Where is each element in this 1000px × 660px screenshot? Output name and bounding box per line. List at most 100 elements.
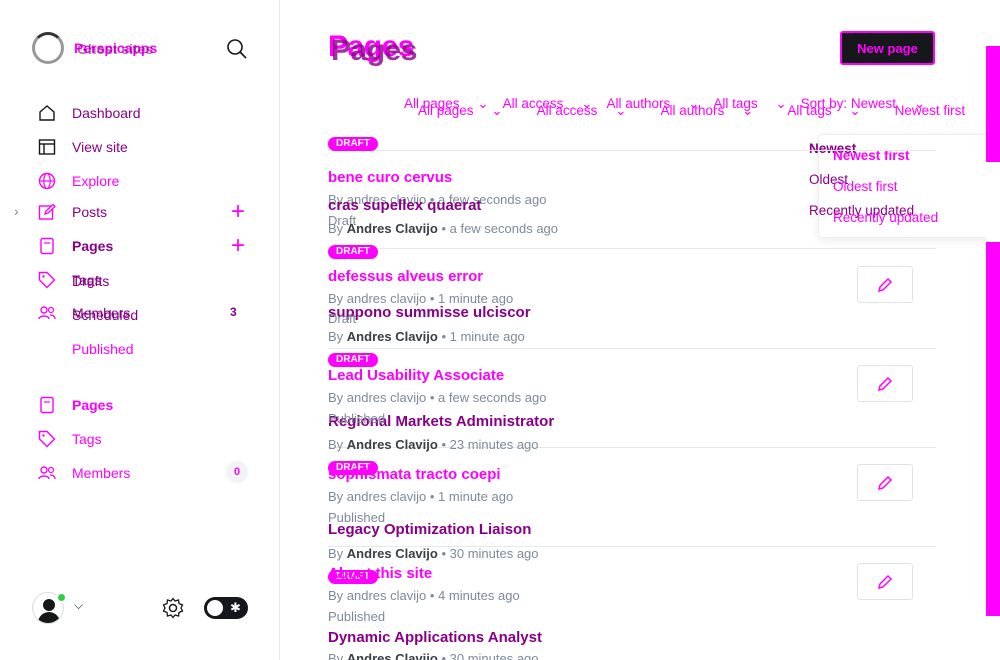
filter-authors-label: All authors [660, 103, 725, 118]
edit-page-button[interactable] [857, 365, 913, 402]
sidebar: Perspicapps Ghost sites Dashboard View s… [0, 0, 280, 660]
author-name: Andres Clavijo [346, 651, 438, 660]
by-label: By [328, 329, 344, 344]
sidebar-item-tags-2[interactable]: Tags [38, 428, 102, 450]
sidebar-subitem-scheduled[interactable]: Scheduled [72, 307, 138, 323]
members-icon [38, 466, 56, 480]
page-icon [40, 396, 54, 414]
page-title-link[interactable]: suppono summisse ulciscor [328, 304, 531, 321]
sidebar-item-pages-2[interactable]: Pages [38, 394, 113, 416]
page-meta: By andres clavijo • a few seconds ago [328, 390, 547, 405]
divider [328, 150, 936, 151]
author-name: Andres Clavijo [346, 329, 438, 344]
filter-access-2[interactable]: All access ⌄ [537, 103, 627, 119]
author-name: Andres Clavijo [346, 437, 438, 452]
pencil-icon [877, 475, 893, 490]
page-status: Published [328, 510, 386, 525]
filter-tags-2[interactable]: All tags ⌄ [787, 103, 860, 119]
page-title-link[interactable]: cras supellex quaerat [328, 197, 481, 214]
page-title-link[interactable]: About this site [328, 565, 432, 582]
sort-option-oldest-first[interactable]: Oldest first [833, 179, 898, 194]
sidebar-item-explore[interactable]: Explore [38, 170, 119, 192]
sidebar-item-posts[interactable]: Posts [38, 201, 107, 223]
page-meta: By Andres Clavijo • 23 minutes ago [328, 437, 539, 452]
sort-option-recently-updated-2[interactable]: Recently updated [833, 210, 938, 225]
sidebar-item-label: View site [72, 139, 128, 155]
sidebar-item-pages[interactable]: Pages [38, 235, 113, 257]
by-label: By [328, 546, 344, 561]
sidebar-subitem-published[interactable]: Published [72, 341, 134, 357]
page-title-link[interactable]: sophismata tracto coepi [328, 466, 501, 483]
pencil-icon [877, 376, 893, 391]
status-badge: DRAFT [328, 137, 378, 151]
scrollbar[interactable] [986, 46, 1000, 616]
members-icon [38, 306, 56, 320]
pencil-icon [877, 277, 893, 292]
page-icon [40, 237, 54, 255]
new-page-button[interactable]: New page [840, 31, 935, 65]
brand[interactable] [32, 32, 64, 64]
sidebar-item-dashboard[interactable]: Dashboard [38, 102, 141, 124]
status-badge: DRAFT [328, 353, 378, 367]
page-time: • 23 minutes ago [441, 437, 539, 452]
search-icon[interactable] [226, 38, 248, 60]
divider [328, 248, 936, 249]
page-meta: By andres clavijo • 1 minute ago [328, 489, 514, 504]
sidebar-item-label: Tags [72, 431, 102, 447]
gear-icon[interactable] [162, 597, 184, 619]
page-status: Published [328, 411, 386, 426]
by-label: By [328, 221, 344, 236]
sidebar-item-label: Pages [72, 238, 114, 254]
filter-pages-label: All pages [418, 103, 474, 118]
page-title-link[interactable]: Lead Usability Associate [328, 367, 504, 384]
sidebar-item-members-2[interactable]: Members [38, 462, 130, 484]
theme-toggle[interactable]: ✱ [204, 597, 248, 619]
author-name: Andres Clavijo [346, 546, 438, 561]
home-icon [39, 105, 55, 121]
online-status-dot [56, 592, 67, 603]
sidebar-item-label: Dashboard [72, 105, 141, 121]
members-count: 3 [230, 305, 237, 319]
sidebar-item-view-site[interactable]: View site [38, 136, 128, 158]
scrollbar-thumb[interactable] [986, 162, 1000, 242]
page-title-link[interactable]: Dynamic Applications Analyst [328, 629, 542, 646]
sidebar-item-label: Pages [72, 397, 114, 413]
tag-icon [38, 430, 56, 448]
edit-page-button[interactable] [857, 464, 913, 501]
sun-icon: ✱ [230, 600, 241, 615]
page-time: • 1 minute ago [441, 329, 525, 344]
page-meta: By Andres Clavijo • 30 minutes ago [328, 546, 539, 561]
edit-page-button[interactable] [857, 266, 913, 303]
pencil-icon [877, 574, 893, 589]
toggle-knob [207, 600, 223, 616]
filter-authors-2[interactable]: All authors ⌄ [660, 103, 753, 119]
chevron-down-icon[interactable]: ⌵ [74, 598, 83, 613]
sidebar-item-label: Posts [72, 204, 108, 220]
filter-access-label: All access [536, 103, 598, 118]
page-title-link[interactable]: defessus alveus error [328, 268, 483, 285]
page-title-link[interactable]: bene curo cervus [328, 169, 452, 186]
page-meta: By Andres Clavijo • 30 minutes ago [328, 651, 539, 660]
by-label: By [328, 651, 344, 660]
site-logo [32, 32, 64, 64]
sidebar-subitem-drafts[interactable]: Drafts [72, 273, 109, 289]
status-badge: DRAFT [328, 245, 378, 259]
window-icon [38, 139, 56, 155]
page-status: Draft [328, 311, 357, 326]
globe-icon [38, 172, 56, 190]
page-time: • 30 minutes ago [441, 651, 539, 660]
divider [328, 348, 936, 349]
chevron-right-icon[interactable]: › [14, 203, 19, 219]
edit-page-button[interactable] [857, 563, 913, 600]
filter-pages-2[interactable]: All pages ⌄ [418, 103, 503, 119]
page-meta: By Andres Clavijo • a few seconds ago [328, 221, 558, 236]
add-post-icon[interactable]: + [229, 200, 247, 224]
tag-icon [38, 271, 56, 289]
filter-sort-label: Newest first [894, 103, 966, 118]
page-meta: By andres clavijo • 4 minutes ago [328, 588, 520, 603]
sidebar-item-label: Explore [72, 173, 120, 189]
add-page-icon[interactable]: + [229, 234, 247, 258]
filter-tags-label: All tags [787, 103, 832, 118]
page-status: Published [328, 609, 386, 624]
filter-sort-2[interactable]: Newest first ⌄ [895, 103, 995, 119]
